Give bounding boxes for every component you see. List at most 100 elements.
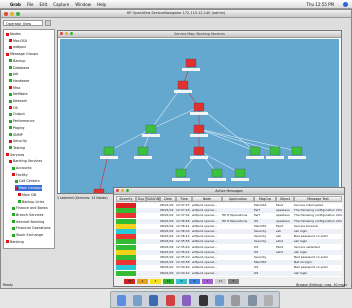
map-node[interactable] <box>288 146 306 159</box>
ical-icon[interactable] <box>165 295 175 306</box>
tree-item[interactable]: Internet Banking <box>12 219 44 225</box>
map-node[interactable] <box>90 188 108 193</box>
map-node[interactable] <box>231 168 249 181</box>
system-prefs-icon[interactable] <box>247 295 257 306</box>
map-node-box[interactable] <box>234 168 246 178</box>
column-header[interactable]: Date <box>160 196 176 202</box>
column-header[interactable]: Message Text <box>294 196 342 202</box>
grab-icon[interactable] <box>231 295 241 306</box>
tree-item[interactable]: Finance and Banks <box>12 205 48 211</box>
tree-item[interactable]: Banking Services <box>9 158 42 164</box>
map-node-box[interactable] <box>137 146 149 156</box>
tree-item[interactable]: Services <box>6 152 24 158</box>
column-header[interactable]: Node <box>192 196 222 202</box>
column-header[interactable]: Application <box>222 196 254 202</box>
map-node-box[interactable] <box>177 80 189 90</box>
service-map-titlebar[interactable]: Service Map: Banking Services <box>58 31 341 38</box>
map-node-box[interactable] <box>103 146 115 156</box>
menu-app-name[interactable]: Grab <box>10 2 21 7</box>
tree-item[interactable]: Testing <box>9 145 25 151</box>
tree-item[interactable]: MacOSX <box>9 38 27 44</box>
column-header[interactable]: SUIAONE <box>146 196 160 202</box>
spotlight-icon[interactable] <box>343 1 348 7</box>
column-header[interactable]: Severity <box>116 196 136 202</box>
map-node-box[interactable] <box>93 188 105 193</box>
tree-item-label: Backup <box>13 58 26 63</box>
menu-capture[interactable]: Capture <box>53 2 69 7</box>
tree-item[interactable]: Message Groups <box>6 51 38 57</box>
service-map-graph[interactable] <box>60 39 339 193</box>
tree-item[interactable]: Accounts <box>12 165 31 171</box>
tree-item[interactable]: Financial Operations <box>12 225 51 231</box>
tree-item[interactable]: Stock Exchange <box>12 232 43 238</box>
trash-icon[interactable] <box>264 295 274 306</box>
itunes-icon[interactable] <box>182 295 192 306</box>
tree-item[interactable]: Security <box>9 138 27 144</box>
map-node[interactable] <box>134 146 152 159</box>
map-edge <box>150 106 200 130</box>
tree-item[interactable]: Misc <box>9 85 21 91</box>
menu-edit[interactable]: Edit <box>40 2 48 7</box>
map-node[interactable] <box>190 102 208 115</box>
map-node[interactable] <box>190 146 208 159</box>
tree-item[interactable]: Main Campus <box>15 185 42 192</box>
map-node-box[interactable] <box>193 102 205 112</box>
mail-icon[interactable] <box>133 295 143 306</box>
main-window-titlebar[interactable]: HP OpenView ServiceNavigator 172.115.12.… <box>1 10 351 18</box>
message-row[interactable]: 08/21/02 12:34:22 wdtpod.openvi... OS ssh lo… <box>116 270 342 276</box>
tree-item[interactable]: Hardware <box>9 78 29 84</box>
map-node-box[interactable] <box>193 146 205 156</box>
tree-item[interactable]: OS <box>9 105 18 111</box>
tree-item[interactable]: Nodes <box>6 31 21 37</box>
map-node[interactable] <box>266 146 284 159</box>
column-header[interactable]: Object <box>276 196 294 202</box>
map-node-box[interactable] <box>211 168 223 178</box>
menu-window[interactable]: Window <box>75 2 91 7</box>
message-browser-titlebar[interactable]: Active Messages <box>114 188 344 195</box>
map-node-box[interactable] <box>193 124 205 134</box>
tree-item[interactable]: Main DB <box>18 192 36 198</box>
tree-item[interactable]: wdtpod <box>9 44 26 50</box>
view-select[interactable]: Operator View <box>3 20 43 26</box>
tree-item[interactable]: Network <box>9 98 27 104</box>
map-node[interactable] <box>172 168 190 181</box>
map-node-box[interactable] <box>249 146 261 156</box>
map-node-box[interactable] <box>145 124 157 134</box>
service-map-canvas[interactable] <box>60 39 339 193</box>
tree-item[interactable]: Branch Services <box>12 212 43 218</box>
tree-item[interactable]: Performance <box>9 118 35 124</box>
openview-icon[interactable] <box>215 295 225 306</box>
map-node[interactable] <box>142 124 160 137</box>
map-node[interactable] <box>174 80 192 93</box>
tree-item[interactable]: Backup <box>9 58 25 64</box>
map-node[interactable] <box>208 168 226 181</box>
map-node[interactable] <box>182 58 200 71</box>
tree-item[interactable]: Job <box>9 71 18 77</box>
object-tree[interactable]: Nodes MacOSX wdtpod Message Groups Backup Dat… <box>3 29 55 249</box>
menu-clock[interactable]: Thu 12:55 PM <box>307 2 334 7</box>
finder-icon[interactable] <box>116 295 126 306</box>
tree-item[interactable]: Paging <box>9 125 24 131</box>
tree-item[interactable]: Output <box>9 111 25 117</box>
tree-item[interactable]: Banking <box>6 239 24 245</box>
column-header[interactable]: Time <box>176 196 192 202</box>
message-table-body[interactable]: 08/21/02 12:37:23 wdtpod.openvi... MacOSX Fa… <box>116 203 342 277</box>
tree-item[interactable]: Facility <box>12 172 28 178</box>
safari-icon[interactable] <box>149 295 159 306</box>
column-header[interactable]: Dup <box>136 196 146 202</box>
map-node-box[interactable] <box>269 146 281 156</box>
menu-file[interactable]: File <box>27 2 34 7</box>
column-header[interactable]: MsgGrp <box>254 196 276 202</box>
tree-item[interactable]: NetWare <box>9 91 28 97</box>
tree-item[interactable]: SNMP <box>9 132 23 138</box>
map-node-box[interactable] <box>185 58 197 68</box>
terminal-icon[interactable] <box>198 295 208 306</box>
map-node-box[interactable] <box>291 146 303 156</box>
tree-item[interactable]: Call Centers <box>15 178 40 184</box>
dropdown-arrow-icon[interactable] <box>45 20 51 26</box>
tree-item[interactable]: Backup Links <box>18 199 44 205</box>
map-node-box[interactable] <box>175 168 187 178</box>
menu-help[interactable]: Help <box>97 2 106 7</box>
tree-item[interactable]: Database <box>9 65 29 71</box>
map-node[interactable] <box>100 146 118 159</box>
